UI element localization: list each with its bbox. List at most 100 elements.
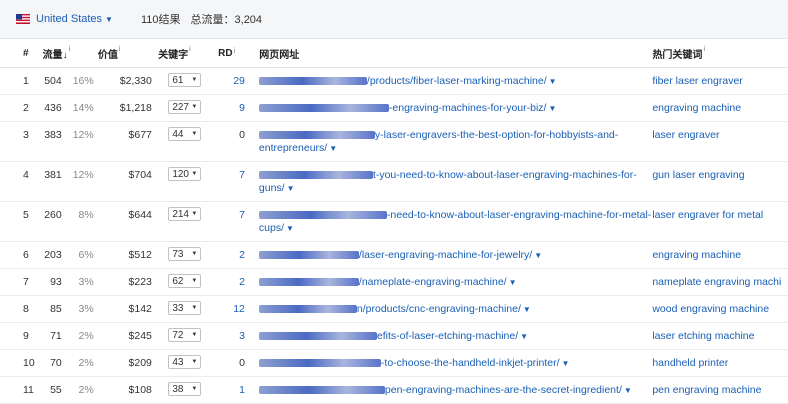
page-url-link[interactable]: efits-of-laser-etching-machine/: [258, 330, 519, 342]
row-keywords: 44 ▼: [152, 122, 218, 141]
header-value[interactable]: 价值i: [94, 46, 152, 61]
row-num: 6: [23, 249, 29, 261]
row-traffic: 381: [44, 169, 62, 181]
page-url-link[interactable]: /nameplate-engraving-machine/: [258, 276, 507, 288]
row-top-keyword[interactable]: pen engraving machine: [652, 377, 788, 396]
keywords-dropdown[interactable]: 61 ▼: [168, 73, 202, 87]
row-rd[interactable]: 9: [218, 95, 245, 114]
chevron-down-icon[interactable]: ▼: [523, 305, 531, 314]
row-top-keyword[interactable]: handheld printer: [652, 350, 788, 369]
row-traffic: 260: [44, 209, 62, 221]
row-rd[interactable]: 12: [218, 296, 245, 315]
page-url-link[interactable]: -engraving-machines-for-your-biz/: [258, 102, 547, 114]
keywords-dropdown[interactable]: 73 ▼: [168, 247, 202, 261]
redacted-domain: [258, 278, 359, 287]
keywords-dropdown[interactable]: 214 ▼: [168, 207, 202, 221]
info-icon: i: [703, 45, 705, 53]
page-url-link[interactable]: n/products/cnc-engraving-machine/: [258, 303, 521, 315]
keywords-count: 44: [172, 128, 184, 140]
page-url-link[interactable]: -need-to-know-about-laser-engraving-mach…: [258, 209, 652, 234]
keywords-dropdown[interactable]: 38 ▼: [168, 382, 202, 396]
row-top-keyword[interactable]: engraving machine: [652, 95, 788, 114]
row-value: $677: [128, 129, 152, 141]
row-rd[interactable]: 2: [218, 269, 245, 288]
keywords-dropdown[interactable]: 33 ▼: [168, 301, 202, 315]
chevron-down-icon[interactable]: ▼: [287, 184, 295, 193]
chevron-down-icon: ▼: [191, 305, 198, 311]
table-row: 7 93 3% $223 62 ▼ 2 /nameplate-engraving-…: [0, 269, 788, 296]
keywords-dropdown[interactable]: 44 ▼: [168, 127, 202, 141]
row-top-keyword[interactable]: laser etching machine: [652, 323, 788, 342]
row-traffic: 383: [44, 129, 62, 141]
header-top-keyword[interactable]: 热门关键词i: [652, 46, 788, 61]
country-selector[interactable]: United States ▼: [16, 13, 113, 25]
row-url: y-laser-engravers-the-best-option-for-ho…: [245, 122, 652, 155]
us-flag-icon: [16, 14, 30, 24]
row-rd[interactable]: 29: [218, 68, 245, 87]
row-traffic-pct: 16%: [72, 75, 94, 87]
keywords-dropdown[interactable]: 227 ▼: [168, 100, 202, 114]
header-keywords-label: 关键字: [158, 49, 189, 61]
header-keywords[interactable]: 关键字 i: [152, 46, 218, 61]
chevron-down-icon[interactable]: ▼: [548, 104, 556, 113]
row-value: $512: [128, 249, 152, 261]
info-icon: i: [233, 47, 236, 55]
page-url-link[interactable]: pen-engraving-machines-are-the-secret-in…: [258, 384, 622, 396]
keywords-dropdown[interactable]: 62 ▼: [168, 274, 202, 288]
table-row: 2 436 14% $1,218 227 ▼ 9 -engraving-machi…: [0, 95, 788, 122]
chevron-down-icon[interactable]: ▼: [286, 224, 294, 233]
chevron-down-icon[interactable]: ▼: [520, 332, 528, 341]
keywords-dropdown[interactable]: 43 ▼: [168, 355, 202, 369]
row-top-keyword[interactable]: laser engraver for metal: [652, 202, 788, 221]
table-row: 1 504 16% $2,330 61 ▼ 29 /products/fiber-…: [0, 68, 788, 95]
header-traffic[interactable]: 流量↓i: [37, 46, 94, 61]
row-top-keyword[interactable]: wood engraving machine: [652, 296, 788, 315]
url-path: -need-to-know-about-laser-engraving-mach…: [386, 209, 652, 221]
page-url-link[interactable]: t-you-need-to-know-about-laser-engraving…: [258, 169, 637, 194]
row-top-keyword[interactable]: laser engraver: [652, 122, 788, 141]
redacted-domain: [258, 359, 381, 368]
url-path: efits-of-laser-etching-machine/: [376, 330, 519, 342]
row-value: $108: [128, 384, 152, 396]
page-url-link[interactable]: y-laser-engravers-the-best-option-for-ho…: [258, 129, 618, 154]
page-url-link[interactable]: /laser-engraving-machine-for-jewelry/: [258, 249, 532, 261]
keywords-count: 33: [172, 302, 184, 314]
row-top-keyword[interactable]: gun laser engraving: [652, 162, 788, 181]
url-path: pen-engraving-machines-are-the-secret-in…: [384, 384, 622, 396]
row-keywords: 120 ▼: [152, 162, 218, 181]
page-url-link[interactable]: -to-choose-the-handheld-inkjet-printer/: [258, 357, 560, 369]
row-top-keyword[interactable]: nameplate engraving machi: [652, 269, 788, 288]
chevron-down-icon[interactable]: ▼: [624, 386, 632, 395]
keywords-dropdown[interactable]: 72 ▼: [168, 328, 202, 342]
page-url-link[interactable]: /products/fiber-laser-marking-machine/: [258, 75, 547, 87]
chevron-down-icon[interactable]: ▼: [329, 144, 337, 153]
chevron-down-icon: ▼: [191, 386, 198, 392]
row-traffic-pct: 2%: [78, 357, 94, 369]
header-rd[interactable]: RDi: [218, 48, 245, 59]
header-rd-label: RD: [218, 47, 233, 59]
header-traffic-label: 流量: [42, 49, 63, 61]
url-path: -engraving-machines-for-your-biz/: [388, 102, 547, 114]
row-rd[interactable]: 3: [218, 323, 245, 342]
chevron-down-icon[interactable]: ▼: [534, 251, 542, 260]
row-top-keyword[interactable]: fiber laser engraver: [652, 68, 788, 87]
row-rd[interactable]: 1: [218, 377, 245, 396]
row-value: $142: [128, 303, 152, 315]
row-rd[interactable]: 7: [218, 202, 245, 221]
url-path: /products/fiber-laser-marking-machine/: [366, 75, 547, 87]
chevron-down-icon[interactable]: ▼: [549, 77, 557, 86]
row-num: 8: [23, 303, 29, 315]
row-rd[interactable]: 2: [218, 242, 245, 261]
row-value: $209: [128, 357, 152, 369]
row-top-keyword[interactable]: engraving machine: [652, 242, 788, 261]
redacted-domain: [258, 386, 385, 395]
url-path: n/products/cnc-engraving-machine/: [356, 303, 521, 315]
chevron-down-icon[interactable]: ▼: [509, 278, 517, 287]
chevron-down-icon[interactable]: ▼: [562, 359, 570, 368]
url-path: t-you-need-to-know-about-laser-engraving…: [372, 169, 637, 181]
row-rd[interactable]: 7: [218, 162, 245, 181]
url-path-cont: entrepreneurs/: [258, 142, 328, 154]
chevron-down-icon: ▼: [191, 278, 198, 284]
keywords-dropdown[interactable]: 120 ▼: [168, 167, 202, 181]
row-url: pen-engraving-machines-are-the-secret-in…: [245, 377, 652, 397]
